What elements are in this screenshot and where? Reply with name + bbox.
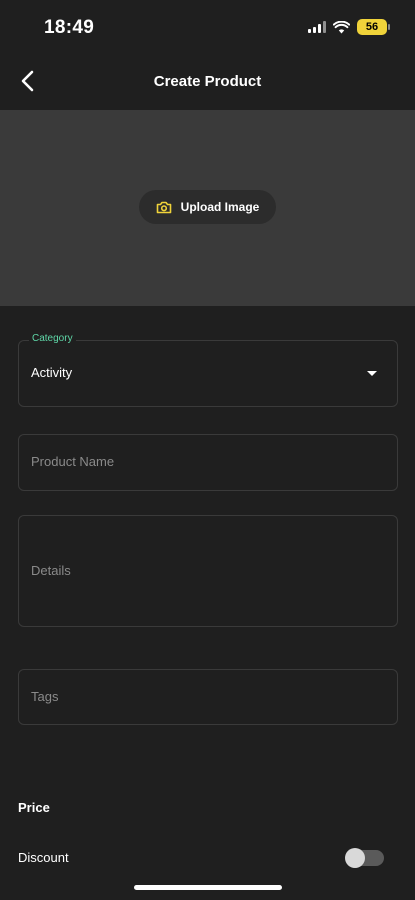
tags-placeholder: Tags	[31, 689, 59, 704]
home-indicator[interactable]	[134, 885, 282, 890]
nav-bar: Create Product	[0, 56, 415, 108]
status-bar: 18:49 56	[0, 0, 415, 56]
status-time: 18:49	[44, 17, 95, 38]
page-title: Create Product	[153, 73, 262, 90]
dropdown-caret-icon	[367, 371, 377, 376]
image-preview-area[interactable]: Upload Image	[0, 110, 415, 306]
category-label: Category	[29, 333, 76, 344]
signal-icon	[308, 21, 326, 33]
tags-field[interactable]: Tags	[18, 669, 398, 725]
battery-icon: 56	[357, 19, 390, 35]
upload-image-button[interactable]: Upload Image	[139, 190, 276, 224]
upload-image-label: Upload Image	[180, 200, 260, 214]
product-name-field[interactable]: Product Name	[18, 434, 398, 491]
toggle-knob	[345, 848, 365, 868]
details-field[interactable]: Details	[18, 515, 398, 627]
category-value: Activity	[31, 365, 73, 380]
discount-toggle[interactable]	[345, 848, 384, 868]
wifi-icon	[333, 20, 350, 33]
camera-icon	[156, 201, 171, 213]
status-icons: 56	[308, 19, 390, 35]
discount-label: Discount	[18, 850, 69, 865]
product-name-placeholder: Product Name	[31, 454, 115, 469]
details-placeholder: Details	[31, 563, 71, 578]
price-section-title: Price	[18, 800, 50, 815]
category-select[interactable]: Category Activity	[18, 333, 398, 407]
